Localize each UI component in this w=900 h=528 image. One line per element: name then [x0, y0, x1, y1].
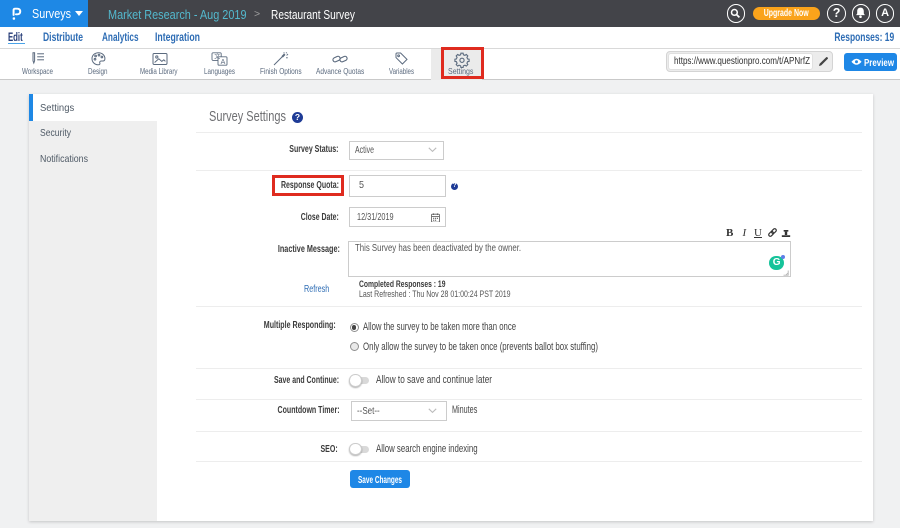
svg-text:文: 文 [214, 52, 220, 60]
svg-text:A: A [221, 58, 226, 65]
